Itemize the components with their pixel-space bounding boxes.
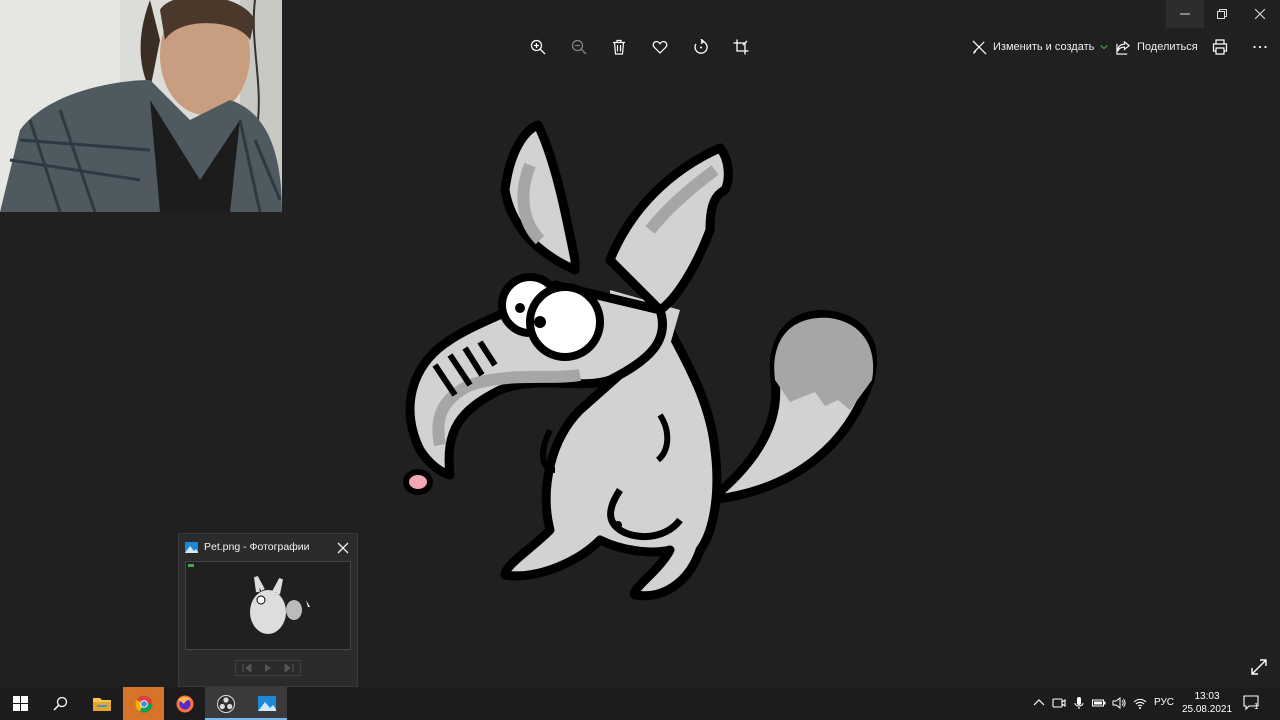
windows-logo-icon xyxy=(13,696,28,711)
preview-close-button[interactable] xyxy=(335,540,351,556)
firefox-button[interactable] xyxy=(164,687,205,720)
previous-icon xyxy=(242,664,252,672)
language-indicator[interactable]: РУС xyxy=(1154,697,1174,708)
close-icon xyxy=(337,542,349,554)
photos-viewer: Изменить и создать Поделиться Pet.png - … xyxy=(0,0,1280,687)
close-icon xyxy=(1255,9,1265,19)
zoom-out-button[interactable] xyxy=(567,36,591,58)
play-icon xyxy=(265,664,271,672)
volume-icon[interactable] xyxy=(1112,696,1126,710)
more-button[interactable] xyxy=(1248,36,1272,58)
edit-create-button[interactable]: Изменить и создать xyxy=(972,36,1108,58)
search-icon xyxy=(53,696,68,711)
favorite-button[interactable] xyxy=(648,36,672,58)
wifi-icon[interactable] xyxy=(1133,696,1147,710)
preview-title: Pet.png - Фотографии xyxy=(204,541,310,553)
clock-date: 25.08.2021 xyxy=(1181,704,1233,715)
restore-icon xyxy=(1217,9,1227,19)
edit-create-label: Изменить и создать xyxy=(993,41,1095,53)
start-button[interactable] xyxy=(0,687,41,720)
webcam-overlay xyxy=(0,0,282,212)
crop-icon xyxy=(733,39,749,55)
share-button[interactable]: Поделиться xyxy=(1116,36,1198,58)
taskbar: РУС 13:03 25.08.2021 1 xyxy=(0,687,1280,720)
taskbar-window-preview[interactable]: Pet.png - Фотографии xyxy=(178,533,358,687)
photos-app-icon xyxy=(185,541,198,553)
photos-app-icon xyxy=(257,696,276,711)
zoom-in-icon xyxy=(530,39,546,55)
rotate-button[interactable] xyxy=(689,36,713,58)
firefox-icon xyxy=(176,695,193,712)
pet-drawing-image xyxy=(403,120,878,601)
delete-icon xyxy=(613,39,625,55)
search-button[interactable] xyxy=(40,687,81,720)
share-icon xyxy=(1116,40,1131,55)
preview-header: Pet.png - Фотографии xyxy=(185,541,310,553)
minimize-icon xyxy=(1180,13,1190,15)
close-button[interactable] xyxy=(1241,0,1279,28)
next-icon xyxy=(284,664,294,672)
obs-icon xyxy=(216,694,235,713)
notification-count: 1 xyxy=(1254,702,1259,711)
fullscreen-button[interactable] xyxy=(1250,658,1268,676)
microphone-icon[interactable] xyxy=(1072,696,1086,710)
minimize-button[interactable] xyxy=(1166,0,1204,28)
zoom-out-icon xyxy=(571,39,587,55)
folder-icon xyxy=(92,698,111,711)
clock[interactable]: 13:03 25.08.2021 xyxy=(1180,690,1234,716)
chevron-up-icon[interactable] xyxy=(1032,696,1046,710)
delete-button[interactable] xyxy=(607,36,631,58)
chevron-down-icon xyxy=(1100,45,1108,50)
share-label: Поделиться xyxy=(1137,41,1198,53)
camera-icon[interactable] xyxy=(1052,696,1066,710)
chrome-icon xyxy=(134,695,153,713)
restore-button[interactable] xyxy=(1203,0,1241,28)
preview-thumbnail xyxy=(185,561,351,650)
notification-center-button[interactable]: 1 xyxy=(1243,695,1261,711)
webcam-person-image xyxy=(0,0,282,212)
favorite-icon xyxy=(652,40,668,54)
obs-button[interactable] xyxy=(205,687,246,720)
clock-time: 13:03 xyxy=(1194,691,1220,702)
expand-icon xyxy=(1251,659,1267,675)
print-icon xyxy=(1212,39,1228,55)
chrome-button[interactable] xyxy=(123,687,164,720)
print-button[interactable] xyxy=(1208,36,1232,58)
preview-media-controls[interactable] xyxy=(235,660,301,676)
edit-create-icon xyxy=(972,40,987,54)
rotate-icon xyxy=(694,39,708,54)
preview-thumbnail-image xyxy=(188,564,310,634)
more-icon xyxy=(1253,45,1267,49)
crop-button[interactable] xyxy=(729,36,753,58)
battery-icon[interactable] xyxy=(1092,696,1106,710)
photos-button[interactable] xyxy=(246,687,287,720)
file-explorer-button[interactable] xyxy=(81,687,122,720)
zoom-in-button[interactable] xyxy=(526,36,550,58)
